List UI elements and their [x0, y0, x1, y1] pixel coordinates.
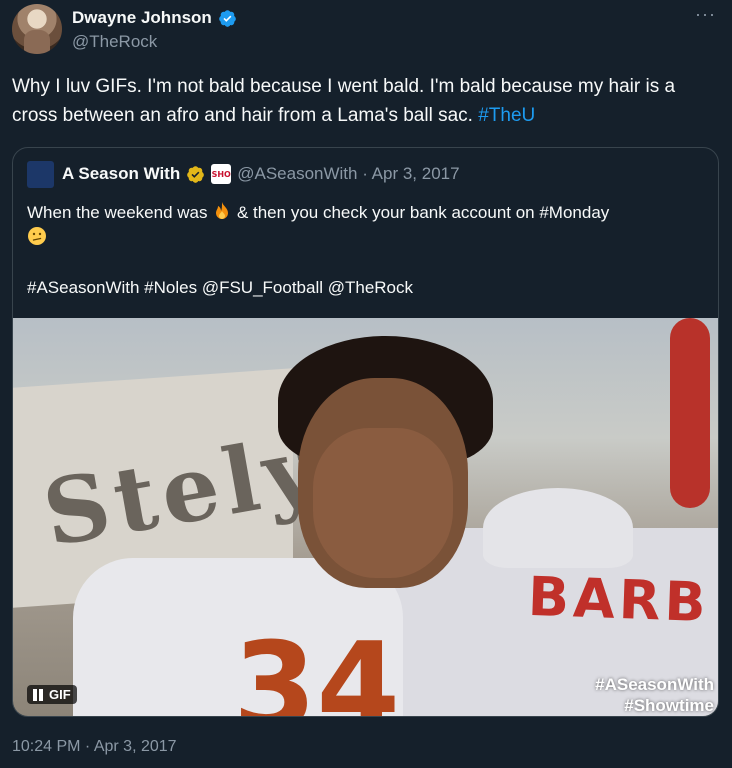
quote-tweet-card[interactable]: A Season With SHO @ASeasonWith · Apr 3, … [12, 147, 719, 717]
quote-author-avatar[interactable] [27, 160, 54, 188]
author-display-name[interactable]: Dwayne Johnson [72, 8, 212, 28]
tweet-timestamp[interactable]: 10:24 PM · Apr 3, 2017 [12, 738, 177, 756]
tweet-body-text: Why I luv GIFs. I'm not bald because I w… [12, 76, 676, 126]
quote-text: When the weekend was & then you check yo… [27, 200, 707, 300]
gif-watermark-line1: #ASeasonWith [595, 675, 714, 694]
author-name-row: Dwayne Johnson [72, 8, 237, 28]
tweet-text: Why I luv GIFs. I'm not bald because I w… [12, 72, 716, 130]
quote-text-line1b: & then you check your bank account on #M… [232, 203, 610, 222]
more-options-icon[interactable]: ··· [695, 4, 716, 25]
gif-watermark: #ASeasonWith #Showtime [595, 674, 714, 716]
author-avatar[interactable] [12, 4, 62, 54]
quote-text-line1a: When the weekend was [27, 203, 213, 222]
gif-background-pole [670, 318, 710, 508]
verified-badge-icon [219, 9, 236, 27]
gold-verified-badge-icon [187, 165, 205, 183]
tweet-header: Dwayne Johnson @TheRock ··· [12, 4, 722, 54]
gif-player-face [313, 428, 453, 578]
affiliate-badge-icon[interactable]: SHO [211, 164, 232, 184]
gif-watermark-line2: #Showtime [624, 696, 714, 715]
fire-emoji-icon [216, 202, 229, 219]
gif-jersey-number: 34 [233, 618, 400, 717]
gif-media[interactable]: Stely BARB 34 GIF #ASeasonWith #Showtime [13, 318, 718, 717]
author-handle[interactable]: @TheRock [72, 32, 157, 52]
gif-helmet [483, 488, 633, 568]
hashtag-link[interactable]: #TheU [478, 105, 535, 126]
pause-icon[interactable] [31, 688, 45, 702]
quote-header: A Season With SHO @ASeasonWith · Apr 3, … [27, 160, 460, 188]
quote-hashtags-line[interactable]: #ASeasonWith #Noles @FSU_Football @TheRo… [27, 278, 413, 297]
confused-face-emoji-icon [28, 227, 46, 245]
quote-handle-date[interactable]: @ASeasonWith · Apr 3, 2017 [237, 164, 459, 184]
gif-jersey-name: BARB [526, 564, 711, 635]
gif-label: GIF [49, 687, 71, 702]
quote-author-name[interactable]: A Season With [62, 164, 180, 184]
gif-badge[interactable]: GIF [27, 685, 77, 704]
